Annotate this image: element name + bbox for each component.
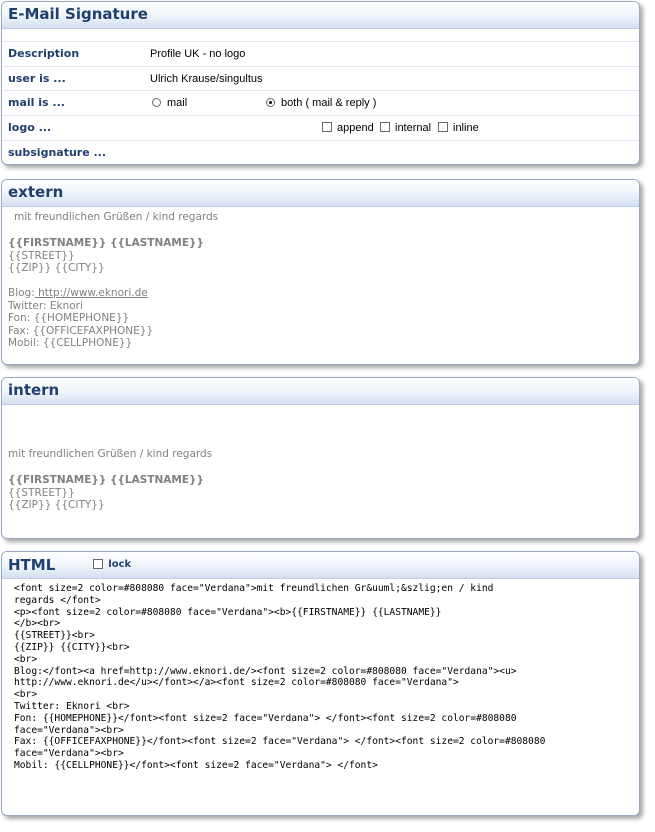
- subsignature-row: subsignature ...: [2, 140, 639, 164]
- code-line: Fon: {{HOMEPHONE}}</font><font size=2 fa…: [14, 712, 517, 724]
- code-line: <p><font size=2 color=#808080 face="Verd…: [14, 606, 442, 618]
- mail-row: mail is ... mail both ( mail & reply ): [2, 90, 639, 115]
- description-value[interactable]: Profile UK - no logo: [150, 42, 245, 66]
- html-panel-title: HTML: [8, 556, 56, 574]
- extern-panel-title: extern: [2, 180, 639, 207]
- lock-checkbox[interactable]: [93, 559, 104, 569]
- extern-twitter: Twitter: Eknori: [8, 299, 83, 312]
- code-line: http://www.eknori.de</u></font></a><font…: [14, 677, 459, 689]
- mail-option-mail-label: mail: [167, 97, 188, 109]
- extern-street: {{STREET}}: [8, 249, 75, 262]
- extern-fon: Fon: {{HOMEPHONE}}: [8, 312, 130, 324]
- code-line: </b><br>: [14, 618, 61, 630]
- user-label: user is ...: [8, 72, 66, 85]
- append-checkbox[interactable]: [322, 122, 332, 133]
- intern-street: {{STREET}}: [8, 486, 75, 499]
- logo-row: logo ... append internal inline: [2, 115, 639, 140]
- code-line: <font size=2 color=#808080 face="Verdana…: [14, 583, 494, 594]
- blog-link[interactable]: http://www.eknori.de: [35, 287, 148, 299]
- extern-signature-body: {{FIRSTNAME}} {{LASTNAME}} {{STREET}} {{…: [8, 237, 204, 350]
- extern-greeting: mit freundlichen Grüßen / kind regards: [14, 211, 218, 224]
- code-line: {{ZIP}} {{CITY}}<br>: [14, 641, 130, 653]
- extern-panel: extern mit freundlichen Grüßen / kind re…: [1, 179, 640, 365]
- intern-panel-title: intern: [2, 378, 639, 405]
- extern-name: {{FIRSTNAME}} {{LASTNAME}}: [8, 237, 204, 249]
- code-line: <br>: [14, 653, 38, 665]
- code-line: <br>: [14, 689, 38, 701]
- logo-option-append[interactable]: append: [322, 116, 374, 140]
- extern-fax: Fax: {{OFFICEFAXPHONE}}: [8, 324, 154, 337]
- inline-checkbox[interactable]: [438, 122, 448, 133]
- code-line: Mobil: {{CELLPHONE}}</font><font size=2 …: [14, 759, 378, 771]
- html-code[interactable]: <font size=2 color=#808080 face="Verdana…: [14, 583, 614, 772]
- inline-label: inline: [453, 122, 479, 134]
- mail-option-both[interactable]: both ( mail & reply ): [266, 91, 376, 115]
- code-line: Twitter: Eknori <br>: [14, 700, 130, 712]
- code-line: regards </font>: [14, 594, 101, 606]
- mail-label: mail is ...: [8, 96, 65, 109]
- logo-option-inline[interactable]: inline: [438, 116, 479, 140]
- code-line: face="Verdana"><br>: [14, 748, 124, 760]
- lock-label: lock: [108, 559, 132, 570]
- extern-blog-label: Blog:: [8, 287, 35, 299]
- logo-label: logo ...: [8, 121, 52, 134]
- description-row: Description Profile UK - no logo: [2, 41, 639, 66]
- append-label: append: [337, 122, 374, 134]
- extern-blog-line: Blog: http://www.eknori.de: [8, 287, 204, 300]
- user-value[interactable]: Ulrich Krause/singultus: [150, 67, 263, 91]
- extern-greeting-text: mit freundlichen Grüßen / kind regards: [14, 211, 219, 223]
- description-label: Description: [8, 47, 80, 60]
- code-line: face="Verdana"><br>: [14, 724, 124, 736]
- intern-zipcity: {{ZIP}} {{CITY}}: [8, 499, 105, 511]
- code-line: Fax: {{OFFICEFAXPHONE}}</font><font size…: [14, 736, 546, 748]
- user-row: user is ... Ulrich Krause/singultus: [2, 66, 639, 91]
- code-line: {{STREET}}<br>: [14, 630, 95, 642]
- intern-name: {{FIRSTNAME}} {{LASTNAME}}: [8, 474, 204, 486]
- lock-option[interactable]: lock: [93, 553, 131, 577]
- html-panel-header: HTML lock: [2, 552, 639, 579]
- extern-mobil: Mobil: {{CELLPHONE}}: [8, 337, 133, 349]
- internal-checkbox[interactable]: [380, 122, 390, 133]
- extern-zipcity: {{ZIP}} {{CITY}}: [8, 262, 105, 274]
- mail-option-mail[interactable]: mail: [152, 91, 187, 115]
- intern-greeting-text: mit freundlichen Grüßen / kind regards: [8, 448, 213, 460]
- intern-greeting: mit freundlichen Grüßen / kind regards: [8, 448, 212, 461]
- logo-option-internal[interactable]: internal: [380, 116, 431, 140]
- intern-signature-body: {{FIRSTNAME}} {{LASTNAME}} {{STREET}} {{…: [8, 474, 204, 512]
- mail-radio[interactable]: [152, 97, 161, 107]
- signature-panel: E-Mail Signature Description Profile UK …: [1, 1, 640, 165]
- signature-panel-title: E-Mail Signature: [2, 2, 639, 29]
- both-radio[interactable]: [266, 97, 275, 107]
- html-panel: HTML lock <font size=2 color=#808080 fac…: [1, 551, 640, 816]
- subsignature-label: subsignature ...: [8, 146, 107, 159]
- mail-option-both-label: both ( mail & reply ): [281, 97, 377, 109]
- intern-panel: intern mit freundlichen Grüßen / kind re…: [1, 377, 640, 539]
- internal-label: internal: [395, 122, 432, 134]
- code-line: Blog:</font><a href=http://www.eknori.de…: [14, 665, 517, 677]
